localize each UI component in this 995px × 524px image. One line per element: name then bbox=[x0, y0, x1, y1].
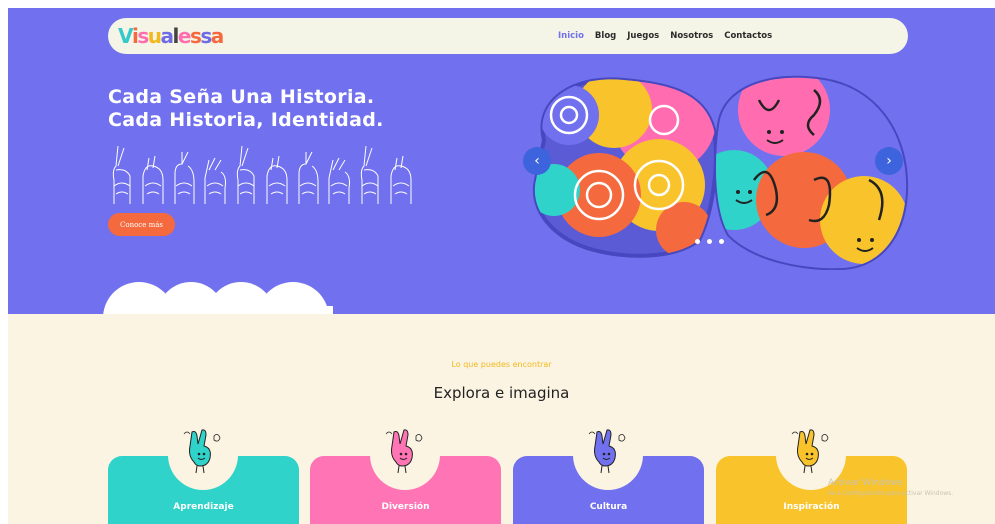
section-eyebrow: Lo que puedes encontrar bbox=[451, 360, 552, 369]
nav-link-juegos[interactable]: Juegos bbox=[627, 31, 659, 41]
sign-language-hands-illustration bbox=[112, 145, 412, 204]
nav-link-contactos[interactable]: Contactos bbox=[724, 31, 772, 41]
carousel-next-button[interactable]: › bbox=[875, 147, 903, 175]
windows-activation-watermark: Activar Windows Ve a Configuración para … bbox=[828, 478, 953, 497]
sign-hand-icon bbox=[112, 145, 131, 204]
logo-letter: s bbox=[137, 24, 149, 48]
logo-letter: u bbox=[147, 24, 162, 48]
sign-hand-icon bbox=[266, 155, 288, 204]
watermark-subtitle: Ve a Configuración para activar Windows. bbox=[828, 490, 954, 497]
logo-letter: e bbox=[177, 24, 192, 48]
nav-link-nosotros[interactable]: Nosotros bbox=[670, 31, 713, 41]
logo-letter: s bbox=[189, 24, 202, 48]
sign-hand-icon bbox=[328, 157, 350, 204]
logo-letter: a bbox=[160, 24, 175, 48]
nav-link-inicio[interactable]: Inicio bbox=[558, 31, 584, 41]
sign-hand-icon bbox=[142, 155, 164, 204]
logo-letter: s bbox=[200, 24, 212, 48]
nav-link-blog[interactable]: Blog bbox=[595, 31, 616, 41]
sign-hand-icon bbox=[360, 145, 379, 204]
chevron-right-icon: › bbox=[886, 153, 892, 169]
logo-letter: V bbox=[118, 24, 133, 48]
card-label: Aprendizaje bbox=[173, 502, 234, 512]
sign-hand-icon bbox=[174, 151, 195, 204]
hand-mascot-icon bbox=[385, 429, 423, 474]
card-label: Diversión bbox=[381, 502, 430, 512]
watermark-title: Activar Windows bbox=[828, 478, 903, 488]
sign-hand-icon bbox=[236, 145, 255, 204]
card-label: Inspiración bbox=[783, 502, 840, 512]
brand-logo[interactable]: Visualessa bbox=[118, 24, 225, 48]
window-frame bbox=[0, 0, 8, 524]
hero-section: Visualessa Inicio Blog Juegos Nosotros Conta… bbox=[8, 8, 995, 314]
card-label: Cultura bbox=[589, 502, 628, 512]
chevron-left-icon: ‹ bbox=[534, 153, 540, 169]
section-title: Explora e imagina bbox=[433, 384, 570, 402]
carousel-dot[interactable] bbox=[707, 239, 712, 244]
hand-mascot-icon bbox=[791, 429, 829, 474]
feature-card-aprendizaje[interactable]: Aprendizaje bbox=[108, 429, 299, 524]
feature-card-cultura[interactable]: Cultura bbox=[513, 429, 704, 524]
carousel-dot[interactable] bbox=[695, 239, 700, 244]
sign-hand-icon bbox=[298, 151, 319, 204]
carousel-dot[interactable] bbox=[719, 239, 724, 244]
navbar: Visualessa Inicio Blog Juegos Nosotros Conta… bbox=[108, 18, 908, 54]
logo-letter: a bbox=[210, 24, 225, 48]
sign-hand-icon bbox=[204, 157, 226, 204]
hand-mascot-icon bbox=[183, 429, 221, 474]
carousel-prev-button[interactable]: ‹ bbox=[523, 147, 551, 175]
hand-mascot-icon bbox=[588, 429, 626, 474]
nav-links: Inicio Blog Juegos Nosotros Contactos bbox=[558, 18, 772, 54]
sign-hand-icon bbox=[390, 155, 412, 204]
hero-title: Cada Seña Una Historia. Cada Historia, I… bbox=[108, 86, 384, 131]
learn-more-button[interactable]: Conoce más bbox=[108, 213, 175, 236]
carousel-indicators bbox=[695, 239, 724, 244]
cloud-decoration bbox=[103, 282, 333, 314]
feature-card-diversion[interactable]: Diversión bbox=[310, 429, 501, 524]
